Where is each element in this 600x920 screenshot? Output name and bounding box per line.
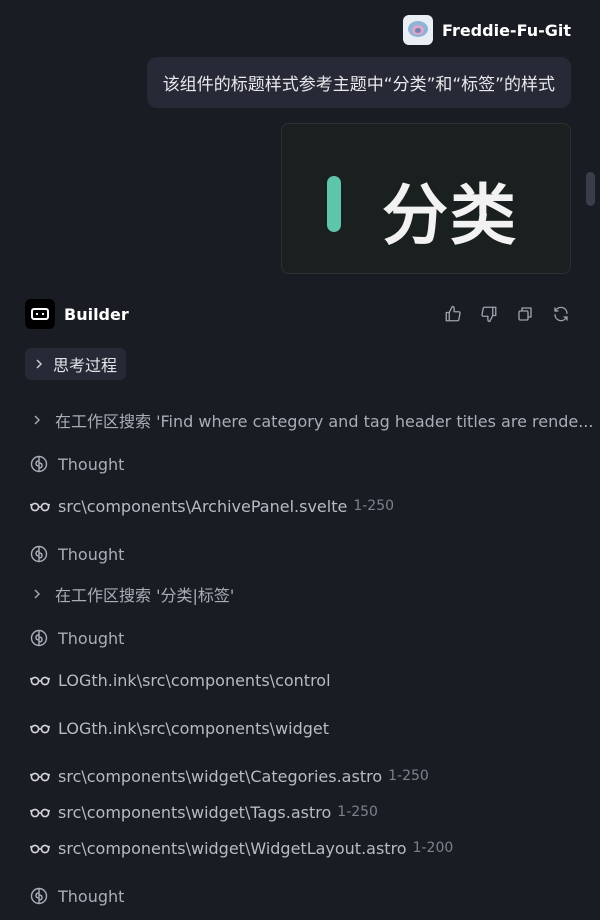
chevron-right-icon xyxy=(30,589,44,599)
brain-icon xyxy=(30,628,52,648)
thumbs-up-icon[interactable] xyxy=(443,304,463,324)
step-read-folder[interactable]: LOGth.ink\src\components\widget xyxy=(30,718,329,738)
builder-name: Builder xyxy=(64,304,129,324)
chevron-right-icon xyxy=(30,415,44,425)
step-thought: Thought xyxy=(30,544,124,564)
thumbs-down-icon[interactable] xyxy=(479,304,499,324)
step-search[interactable]: 在工作区搜索 'Find where category and tag head… xyxy=(30,408,593,432)
step-read-file[interactable]: src\components\widget\Tags.astro 1-250 xyxy=(30,802,378,822)
attached-image[interactable]: 分类 xyxy=(281,123,571,274)
user-avatar xyxy=(403,15,434,45)
brain-icon xyxy=(30,886,52,906)
builder-header: Builder xyxy=(25,299,571,329)
step-thought: Thought xyxy=(30,886,124,906)
user-name: Freddie-Fu-Git xyxy=(442,20,571,40)
copy-icon[interactable] xyxy=(515,304,535,324)
step-thought: Thought xyxy=(30,628,124,648)
image-title-text: 分类 xyxy=(382,177,518,254)
glasses-icon xyxy=(30,496,52,516)
step-search[interactable]: 在工作区搜索 '分类|标签' xyxy=(30,582,234,606)
message-actions xyxy=(443,304,571,324)
glasses-icon xyxy=(30,838,52,858)
brain-icon xyxy=(30,544,52,564)
glasses-icon xyxy=(30,766,52,786)
user-message-bubble: 该组件的标题样式参考主题中“分类”和“标签”的样式 xyxy=(146,57,571,108)
step-read-file[interactable]: src\components\ArchivePanel.svelte 1-250 xyxy=(30,496,394,516)
image-accent-bar xyxy=(327,176,341,232)
thinking-process-toggle[interactable]: 思考过程 xyxy=(25,348,127,380)
refresh-icon[interactable] xyxy=(551,304,571,324)
step-read-file[interactable]: src\components\widget\Categories.astro 1… xyxy=(30,766,429,786)
glasses-icon xyxy=(30,718,52,738)
glasses-icon xyxy=(30,670,52,690)
thinking-process-label: 思考过程 xyxy=(53,356,118,375)
chevron-right-icon xyxy=(36,359,43,369)
scrollbar-thumb[interactable] xyxy=(586,172,595,206)
chat-panel: Freddie-Fu-Git 该组件的标题样式参考主题中“分类”和“标签”的样式… xyxy=(0,0,600,920)
brain-icon xyxy=(30,454,52,474)
step-read-file[interactable]: src\components\widget\WidgetLayout.astro… xyxy=(30,838,453,858)
glasses-icon xyxy=(30,802,52,822)
step-thought: Thought xyxy=(30,454,124,474)
step-read-folder[interactable]: LOGth.ink\src\components\control xyxy=(30,670,331,690)
builder-logo-icon xyxy=(25,299,55,329)
user-message-header: Freddie-Fu-Git xyxy=(403,15,571,45)
